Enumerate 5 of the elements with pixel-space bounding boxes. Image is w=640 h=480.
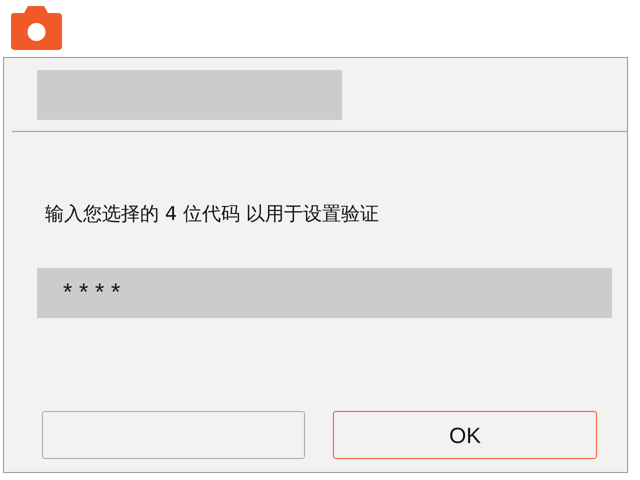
pin-field[interactable]: * * * * [37, 268, 612, 318]
prompt-text: 输入您选择的 4 位代码 以用于设置验证 [45, 203, 380, 225]
camera-icon [10, 5, 63, 51]
blank-button[interactable] [42, 411, 305, 459]
ok-button[interactable]: OK [333, 411, 597, 459]
